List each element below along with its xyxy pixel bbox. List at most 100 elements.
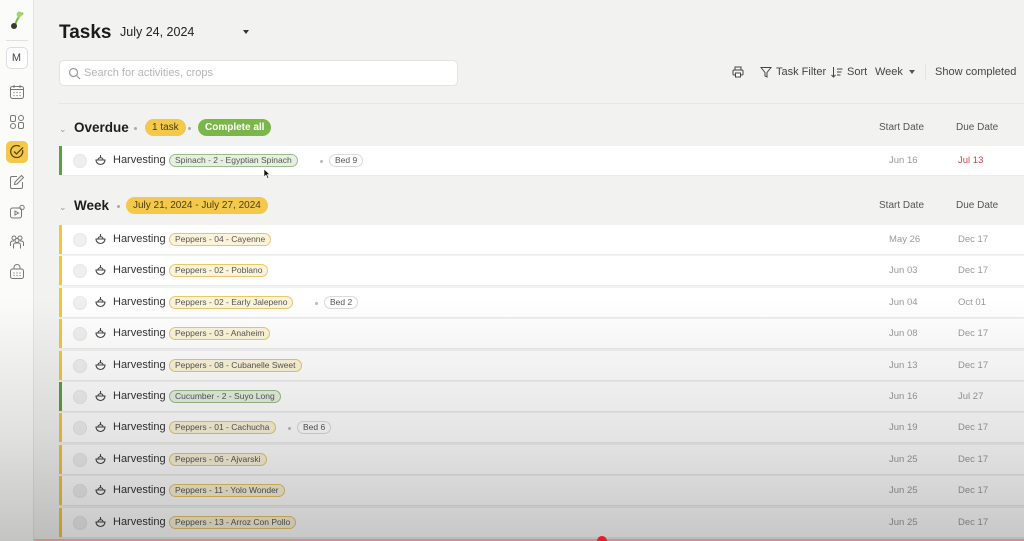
crop-tag[interactable]: Peppers - 04 - Cayenne (169, 233, 272, 246)
harvest-basket-icon (95, 485, 106, 496)
task-row[interactable]: Harvesting Peppers - 08 - Cubanelle Swee… (59, 350, 1024, 381)
crop-tag[interactable]: Peppers - 13 - Arroz Con Pollo (169, 515, 297, 529)
sidebar-item-dashboard[interactable] (6, 111, 28, 133)
date-dropdown-value: July 24, 2024 (120, 25, 195, 39)
search-input[interactable] (84, 64, 444, 82)
task-color-bar (59, 225, 62, 254)
week-range-badge: July 21, 2024 - July 27, 2024 (126, 197, 268, 214)
due-date-column-header[interactable]: Due Date (956, 122, 998, 133)
video-progress-handle[interactable] (597, 536, 607, 541)
harvest-basket-icon (95, 391, 106, 402)
task-row[interactable]: Harvesting Peppers - 06 - Ajvarski Jun 25… (59, 444, 1024, 475)
task-filter-button[interactable]: Task Filter (760, 66, 826, 78)
range-dropdown-value: Week (875, 66, 903, 78)
separator-dot (188, 127, 191, 130)
complete-checkbox[interactable] (73, 515, 87, 530)
due-date: Dec 17 (958, 516, 989, 528)
task-color-bar (59, 413, 62, 443)
sidebar-item-market[interactable] (6, 261, 28, 283)
start-date: Jun 19 (889, 422, 918, 434)
task-row[interactable]: Harvesting Peppers - 02 - Poblano Jun 03 … (59, 256, 1024, 287)
task-color-bar (59, 287, 62, 317)
sidebar-item-team[interactable] (6, 231, 28, 253)
bed-tag[interactable]: Bed 2 (324, 295, 359, 309)
due-date-column-header[interactable]: Due Date (956, 200, 998, 211)
sidebar-item-calendar[interactable] (6, 81, 28, 103)
complete-checkbox[interactable] (73, 452, 87, 467)
task-row[interactable]: Harvesting Peppers - 03 - Anaheim Jun 08 … (59, 319, 1024, 350)
crop-tag[interactable]: Peppers - 08 - Cubanelle Sweet (169, 358, 302, 372)
crop-tag[interactable]: Peppers - 02 - Poblano (169, 264, 269, 278)
task-row[interactable]: Harvesting Peppers - 02 - Early Jalepeno… (59, 287, 1024, 318)
complete-checkbox[interactable] (73, 327, 87, 342)
separator-dot (288, 427, 291, 431)
task-row[interactable]: Harvesting Peppers - 01 - Cachucha Bed 6… (59, 413, 1024, 444)
caret-down-icon (908, 70, 915, 74)
activity-name: Harvesting (113, 358, 166, 371)
task-row[interactable]: Harvesting Peppers - 04 - Cayenne May 26 … (59, 225, 1024, 255)
task-count-badge: 1 task (145, 119, 186, 136)
bed-tag[interactable]: Bed 9 (329, 154, 364, 167)
start-date: Jun 08 (889, 328, 918, 340)
date-dropdown[interactable]: July 24, 2024 (120, 25, 255, 41)
activity-name: Harvesting (113, 154, 166, 166)
collapse-chevron-icon[interactable]: ⌄ (59, 124, 67, 135)
task-row[interactable]: Harvesting Peppers - 13 - Arroz Con Poll… (59, 507, 1024, 538)
collapse-chevron-icon[interactable]: ⌄ (59, 202, 67, 213)
start-date: Jun 03 (889, 265, 918, 277)
complete-checkbox[interactable] (73, 295, 87, 310)
harvest-basket-icon (95, 328, 106, 339)
harvest-basket-icon (95, 516, 106, 527)
crop-tag[interactable]: Peppers - 06 - Ajvarski (169, 452, 267, 466)
bed-tag[interactable]: Bed 6 (297, 421, 332, 435)
crop-tag[interactable]: Peppers - 01 - Cachucha (169, 421, 276, 435)
complete-checkbox[interactable] (73, 484, 87, 499)
complete-checkbox[interactable] (73, 421, 87, 436)
crop-tag[interactable]: Spinach - 2 - Egyptian Spinach (169, 154, 298, 167)
harvest-basket-icon (95, 265, 106, 276)
start-date-column-header[interactable]: Start Date (879, 200, 924, 211)
search-box[interactable] (59, 60, 458, 86)
complete-checkbox[interactable] (73, 264, 87, 279)
crop-tag[interactable]: Cucumber - 2 - Suyo Long (169, 390, 281, 403)
complete-checkbox[interactable] (73, 390, 87, 404)
crop-tag[interactable]: Peppers - 11 - Yolo Wonder (169, 484, 285, 498)
calendar-icon (9, 85, 24, 99)
start-date: May 26 (889, 234, 921, 245)
task-row[interactable]: Harvesting Spinach - 2 - Egyptian Spinac… (59, 146, 1024, 176)
harvest-basket-icon (95, 155, 106, 166)
header-divider (59, 103, 1024, 104)
separator-dot (134, 127, 137, 130)
page-title: Tasks (59, 22, 112, 43)
sort-button[interactable]: Sort (831, 66, 867, 78)
due-date: Dec 17 (958, 359, 989, 371)
complete-all-button[interactable]: Complete all (198, 119, 272, 136)
app-logo-icon[interactable] (6, 8, 28, 32)
show-completed-toggle[interactable]: Show completed (935, 66, 1016, 78)
task-row[interactable]: Harvesting Peppers - 11 - Yolo Wonder Jun… (59, 476, 1024, 507)
sidebar-item-tasks[interactable] (5, 141, 28, 163)
task-row[interactable]: Harvesting Cucumber - 2 - Suyo Long Jun 1… (59, 382, 1024, 412)
start-date-column-header[interactable]: Start Date (879, 122, 924, 133)
sort-icon (831, 67, 843, 78)
dashboard-icon (9, 115, 24, 129)
caret-down-icon (243, 30, 249, 34)
due-date: Dec 17 (958, 265, 989, 277)
start-date: Jun 25 (889, 453, 918, 465)
sidebar-item-media[interactable] (6, 201, 28, 223)
workspace-button[interactable]: M (5, 47, 28, 69)
sidebar-item-notes[interactable] (6, 171, 28, 193)
mouse-cursor-icon (264, 169, 271, 179)
print-button[interactable] (732, 66, 748, 78)
crop-tag[interactable]: Peppers - 02 - Early Jalepeno (169, 295, 294, 309)
complete-checkbox[interactable] (73, 358, 87, 373)
tasks-check-icon (9, 144, 23, 159)
complete-checkbox[interactable] (73, 233, 87, 247)
range-dropdown[interactable]: Week (875, 66, 915, 78)
crop-tag[interactable]: Peppers - 03 - Anaheim (169, 327, 271, 341)
sidebar-divider (5, 40, 28, 41)
sort-label: Sort (847, 66, 868, 78)
complete-checkbox[interactable] (73, 154, 87, 168)
due-date: Dec 17 (958, 422, 989, 434)
video-icon (9, 204, 25, 219)
